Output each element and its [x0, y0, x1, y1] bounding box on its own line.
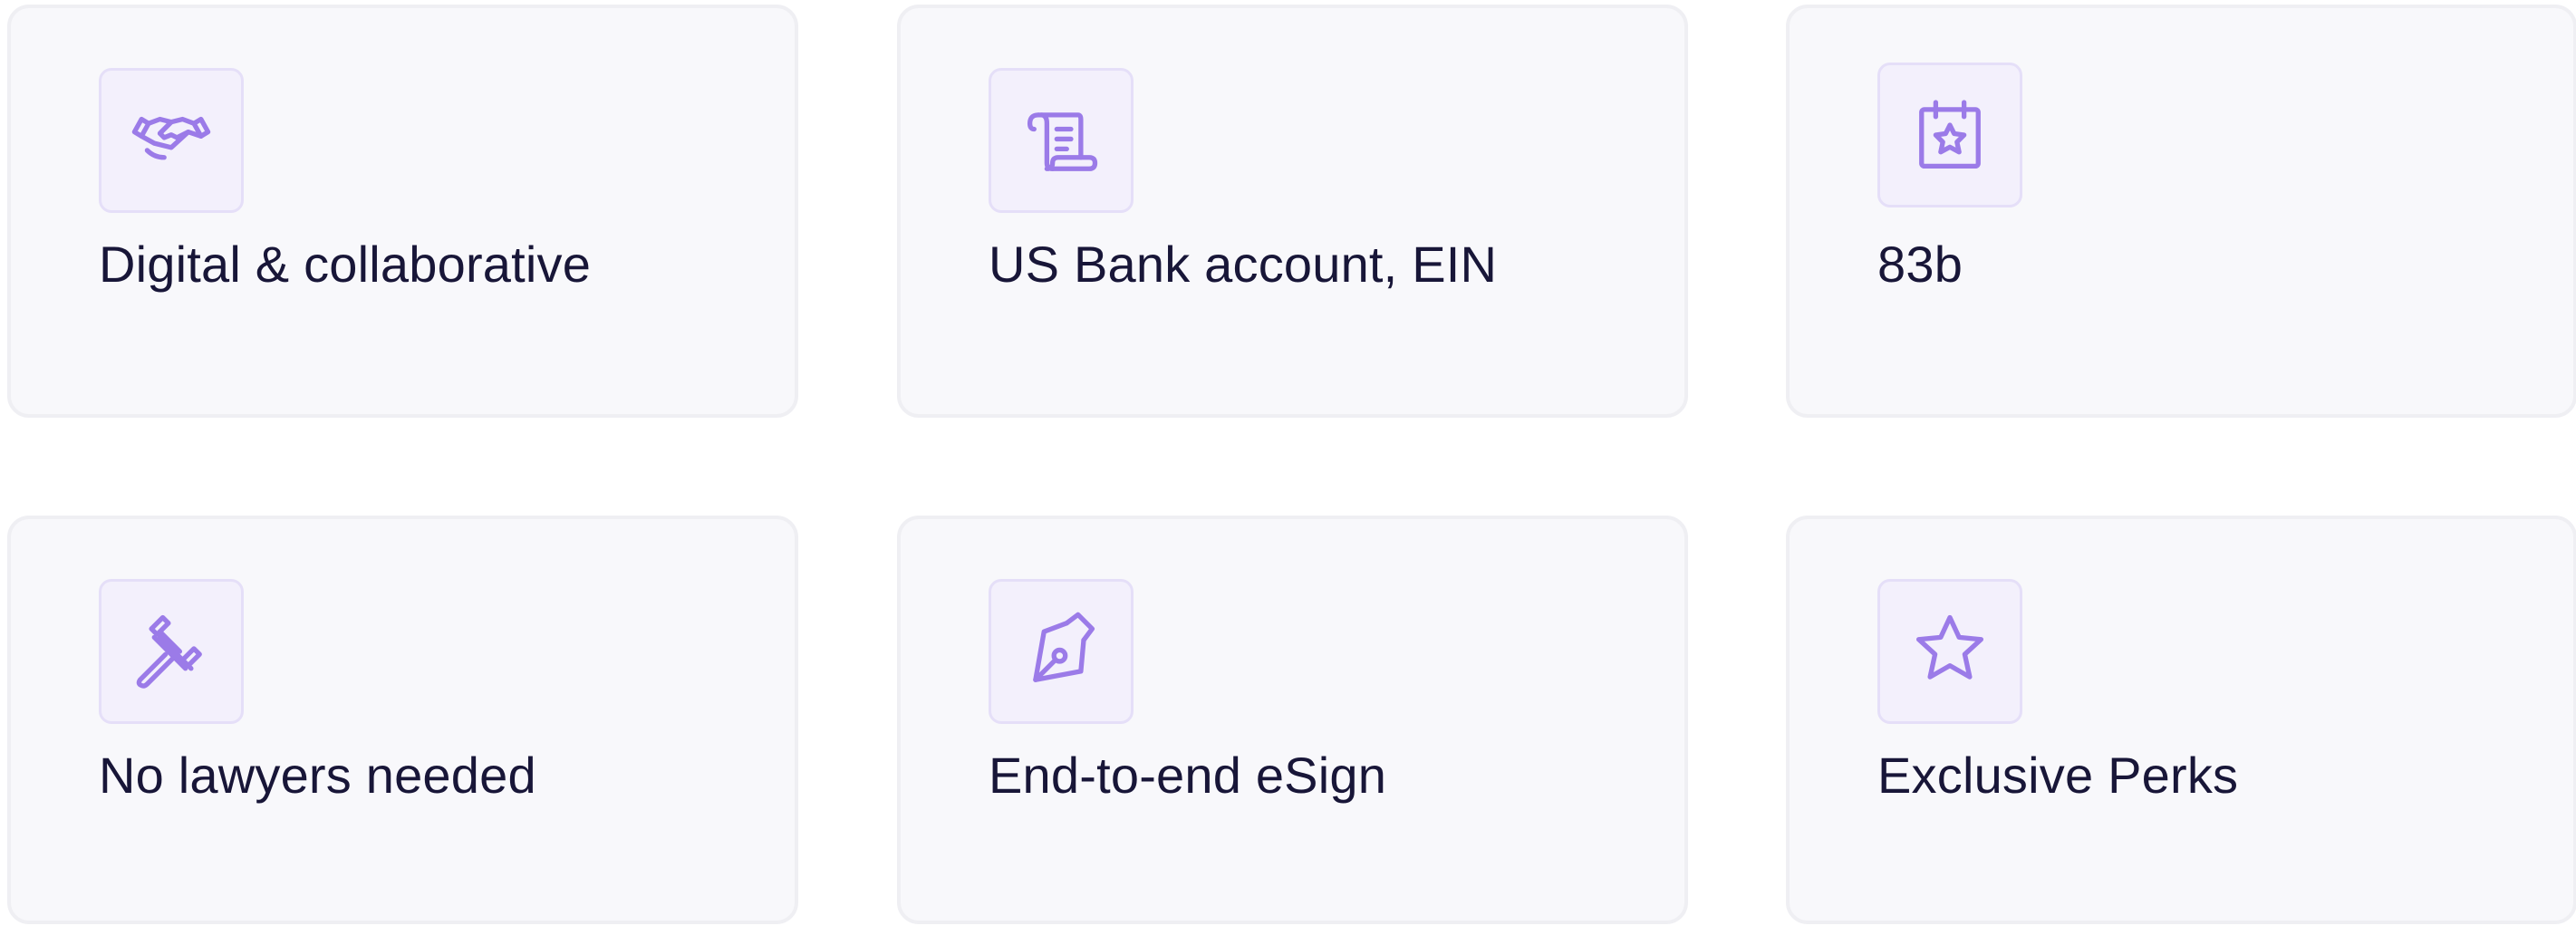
icon-tile	[1877, 63, 2022, 207]
feature-card-digital-collaborative: Digital & collaborative	[7, 5, 798, 418]
icon-tile	[99, 579, 244, 724]
feature-label: 83b	[1877, 236, 1963, 293]
icon-tile	[989, 579, 1134, 724]
feature-card-no-lawyers: No lawyers needed	[7, 516, 798, 924]
handshake-icon	[131, 116, 211, 160]
calendar-star-icon	[1919, 100, 1981, 169]
feature-card-esign: End-to-end eSign	[897, 516, 1688, 924]
icon-tile	[989, 68, 1134, 213]
feature-card-83b: 83b	[1786, 5, 2576, 418]
feature-card-us-bank-account: US Bank account, EIN	[897, 5, 1688, 418]
star-icon	[1915, 614, 1984, 680]
pen-nib-icon	[1033, 612, 1095, 682]
feature-label: US Bank account, EIN	[989, 236, 1498, 293]
scroll-icon	[1027, 112, 1098, 171]
feature-label: Digital & collaborative	[99, 236, 592, 293]
feature-label: No lawyers needed	[99, 747, 536, 804]
feature-label: End-to-end eSign	[989, 747, 1387, 804]
feature-label: Exclusive Perks	[1877, 747, 2239, 804]
icon-tile	[1877, 579, 2022, 724]
feature-card-exclusive-perks: Exclusive Perks	[1786, 516, 2576, 924]
gavel-icon	[136, 614, 202, 689]
icon-tile	[99, 68, 244, 213]
